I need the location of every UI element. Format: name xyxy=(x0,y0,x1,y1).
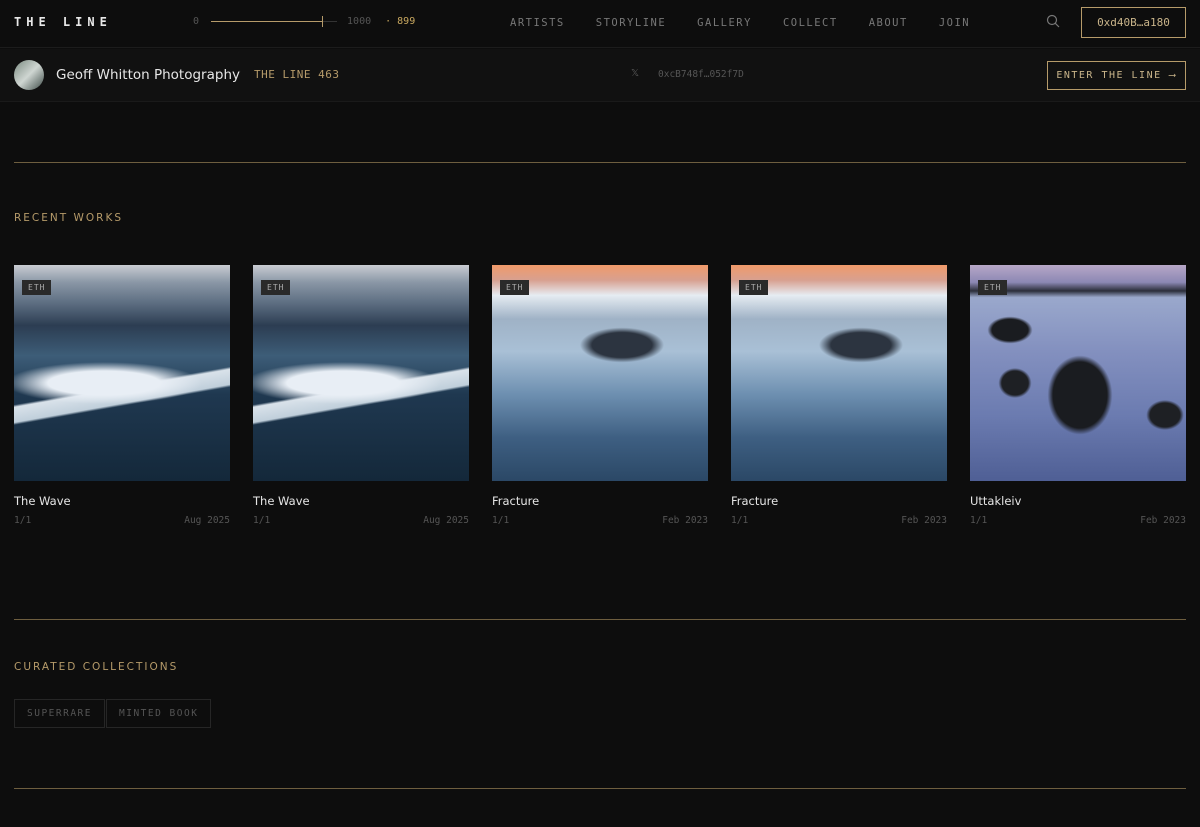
date: Feb 2023 xyxy=(901,515,947,526)
artwork-image[interactable]: ETH xyxy=(14,265,230,481)
line-slider[interactable]: 0 1000 · 899 xyxy=(193,16,415,27)
search-icon[interactable] xyxy=(1046,14,1060,28)
chain-badge: ETH xyxy=(978,280,1008,295)
divider xyxy=(14,788,1186,789)
recent-works-heading: RECENT WORKS xyxy=(14,212,123,224)
divider xyxy=(14,162,1186,163)
edition: 1/1 xyxy=(492,515,510,526)
main-nav: ARTISTS STORYLINE GALLERY COLLECT ABOUT … xyxy=(510,17,970,29)
work-card[interactable]: ETH The Wave 1/1 Aug 2025 xyxy=(14,265,230,526)
work-card[interactable]: ETH Fracture 1/1 Feb 2023 xyxy=(731,265,947,526)
nav-storyline[interactable]: STORYLINE xyxy=(596,17,666,29)
artist-name[interactable]: Geoff Whitton Photography xyxy=(56,67,240,83)
slider-track-rest xyxy=(323,21,338,22)
artist-bar: Geoff Whitton Photography · THE LINE 463… xyxy=(0,49,1200,102)
chain-badge: ETH xyxy=(261,280,291,295)
edition: 1/1 xyxy=(731,515,749,526)
collection-minted-book[interactable]: MINTED BOOK xyxy=(106,699,212,728)
work-title: The Wave xyxy=(253,494,310,508)
artist-address[interactable]: 0xcB748f…052f7D xyxy=(658,69,744,80)
date: Feb 2023 xyxy=(662,515,708,526)
slider-max: 1000 xyxy=(347,16,372,27)
work-title: The Wave xyxy=(14,494,71,508)
edition: 1/1 xyxy=(253,515,271,526)
slider-value: · 899 xyxy=(385,16,416,27)
separator: · xyxy=(238,67,242,78)
work-title: Uttakleiv xyxy=(970,494,1022,508)
nav-gallery[interactable]: GALLERY xyxy=(697,17,752,29)
line-number: THE LINE 463 xyxy=(254,68,340,81)
collection-superrare[interactable]: SUPERRARE xyxy=(14,699,105,728)
edition: 1/1 xyxy=(14,515,32,526)
work-title: Fracture xyxy=(731,494,779,508)
edition: 1/1 xyxy=(970,515,988,526)
slider-handle[interactable] xyxy=(322,16,324,27)
logo[interactable]: THE LINE xyxy=(14,15,112,29)
artwork-image[interactable]: ETH xyxy=(731,265,947,481)
nav-join[interactable]: JOIN xyxy=(939,17,970,29)
chain-badge: ETH xyxy=(22,280,52,295)
artwork-image[interactable]: ETH xyxy=(253,265,469,481)
slider-track[interactable] xyxy=(211,16,324,27)
work-card[interactable]: ETH The Wave 1/1 Aug 2025 xyxy=(253,265,469,526)
chain-badge: ETH xyxy=(500,280,530,295)
avatar[interactable] xyxy=(14,60,44,90)
artwork-image[interactable]: ETH xyxy=(492,265,708,481)
wallet-button[interactable]: 0xd40B…a180 xyxy=(1081,7,1186,38)
work-card[interactable]: ETH Uttakleiv 1/1 Feb 2023 xyxy=(970,265,1186,526)
chain-badge: ETH xyxy=(739,280,769,295)
work-card[interactable]: ETH Fracture 1/1 Feb 2023 xyxy=(492,265,708,526)
artwork-image[interactable]: ETH xyxy=(970,265,1186,481)
date: Feb 2023 xyxy=(1140,515,1186,526)
work-title: Fracture xyxy=(492,494,540,508)
divider xyxy=(14,619,1186,620)
x-icon[interactable]: 𝕏 xyxy=(631,68,639,79)
nav-about[interactable]: ABOUT xyxy=(869,17,908,29)
enter-the-line-button[interactable]: ENTER THE LINE ⟶ xyxy=(1047,61,1186,90)
curated-collections-heading: CURATED COLLECTIONS xyxy=(14,661,179,673)
top-nav: THE LINE 0 1000 · 899 ARTISTS STORYLINE … xyxy=(0,0,1200,48)
date: Aug 2025 xyxy=(184,515,230,526)
date: Aug 2025 xyxy=(423,515,469,526)
slider-min: 0 xyxy=(193,16,200,27)
nav-collect[interactable]: COLLECT xyxy=(783,17,838,29)
nav-artists[interactable]: ARTISTS xyxy=(510,17,565,29)
